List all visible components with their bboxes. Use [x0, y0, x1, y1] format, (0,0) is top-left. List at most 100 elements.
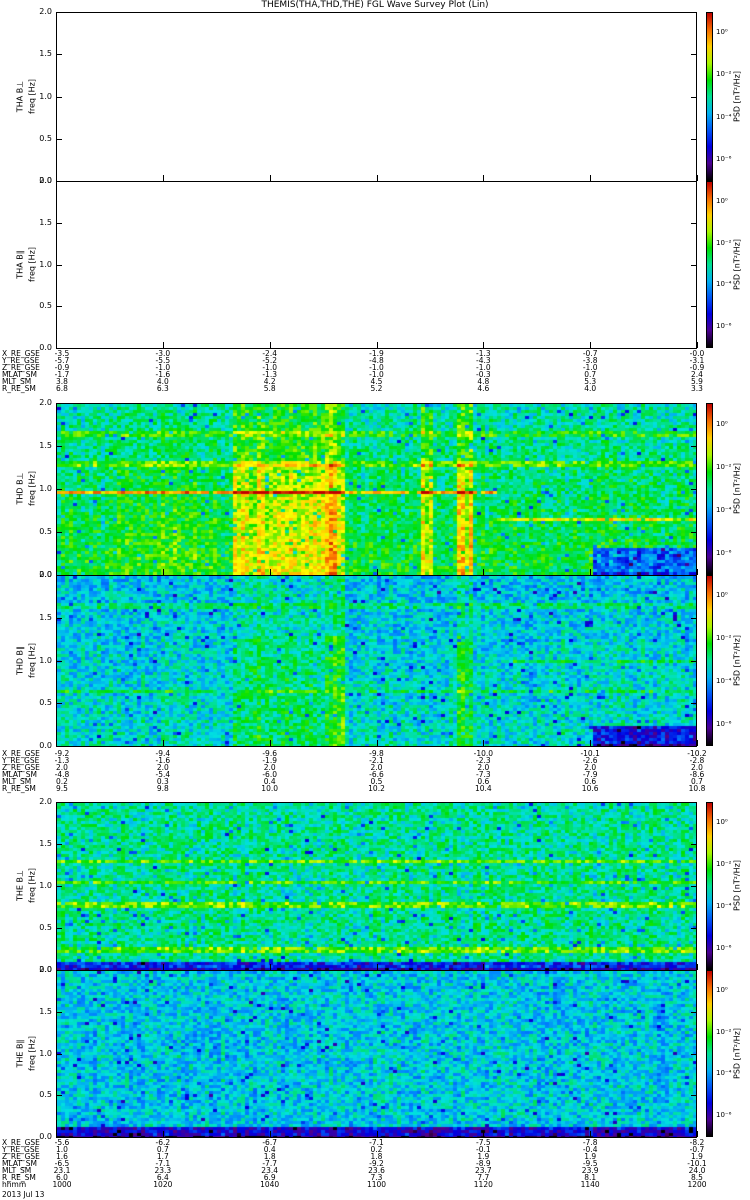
freq-tick-mark — [691, 181, 697, 182]
freq-tick-mark — [56, 306, 62, 308]
freq-tick-mark — [56, 1095, 62, 1097]
time-tick-mark — [56, 740, 57, 746]
colorbar-label: PSD [nT²/Hz] — [732, 634, 742, 686]
time-tick-mark — [697, 740, 698, 746]
time-tick-mark — [376, 1131, 378, 1137]
ephemeris-value: 9.5 — [56, 784, 68, 793]
freq-tick-mark — [56, 575, 62, 576]
time-tick-mark — [590, 342, 592, 348]
ephemeris-value: 9.8 — [156, 784, 169, 793]
freq-tick-mark — [56, 181, 62, 182]
time-tick-mark — [376, 740, 378, 746]
freq-tick-mark — [56, 844, 62, 845]
freq-tick-mark — [691, 1053, 697, 1055]
freq-tick-mark — [691, 617, 697, 619]
freq-tick-label: 2.0 — [39, 176, 52, 185]
freq-tick-mark — [691, 703, 697, 705]
colorbar-tick-label: 10⁻⁴ — [716, 112, 732, 121]
colorbar-tick-label: 10⁻² — [716, 462, 732, 471]
colorbar-label: PSD [nT²/Hz] — [732, 238, 742, 290]
ephemeris-value: 1000 — [52, 1180, 72, 1189]
time-tick-mark — [697, 342, 698, 348]
freq-tick-label: 2.0 — [39, 570, 52, 579]
freq-tick-mark — [691, 96, 697, 98]
freq-tick-mark — [56, 446, 62, 447]
ephemeris-value: 10.0 — [261, 784, 279, 793]
time-tick-mark — [590, 740, 592, 746]
freq-tick-mark — [691, 489, 697, 490]
colorbar-tick-label: 10⁻² — [716, 238, 732, 247]
time-tick-mark — [697, 175, 698, 181]
colorbar-tick-label: 10⁻² — [716, 70, 732, 79]
spectrogram-panel — [56, 802, 697, 971]
freq-axis-label: freq [Hz] — [27, 642, 37, 678]
colorbar-tick-label: 10⁻⁶ — [716, 1111, 732, 1120]
freq-tick-mark — [691, 446, 697, 447]
ephemeris-value: 1020 — [153, 1180, 173, 1189]
freq-tick-mark — [56, 12, 62, 13]
time-tick-mark — [269, 1131, 271, 1137]
colorbar-label: PSD [nT²/Hz] — [732, 463, 742, 514]
freq-tick-mark — [56, 489, 62, 490]
panel-label: THA B⊥ — [15, 80, 25, 112]
ephemeris-value: 1100 — [366, 1180, 387, 1189]
ephemeris-value: 10.2 — [368, 784, 385, 793]
freq-tick-mark — [56, 1011, 62, 1013]
colorbar — [706, 575, 713, 746]
freq-tick-mark — [56, 54, 62, 56]
freq-tick-mark — [56, 970, 62, 971]
ephemeris-row: R_RE_SM 9.5 9.8 10.0 10.2 10.4 10.6 10.8 — [0, 784, 750, 793]
time-tick-mark — [483, 740, 485, 746]
time-tick-mark — [697, 964, 698, 970]
ephemeris-value: 6.8 — [56, 384, 68, 393]
time-tick-mark — [56, 342, 57, 348]
freq-tick-mark — [56, 660, 62, 662]
spectrogram-image — [57, 404, 696, 575]
time-tick-mark — [162, 1131, 164, 1137]
panel-label: THE B⊥ — [15, 870, 25, 901]
colorbar-tick-label: 10⁻⁶ — [716, 548, 732, 557]
ephemeris-label: R_RE_SM — [2, 784, 36, 793]
ephemeris-label: hhmm — [2, 1180, 27, 1189]
ephemeris-value: 4.6 — [477, 384, 490, 393]
freq-tick-mark — [691, 928, 697, 929]
freq-tick-mark — [691, 306, 697, 308]
colorbar — [706, 802, 713, 970]
ephemeris-value: 5.2 — [370, 384, 383, 393]
date-label: 2013 Jul 13 — [2, 1190, 45, 1199]
freq-tick-mark — [56, 138, 62, 140]
colorbar — [706, 12, 713, 181]
ephemeris-value: 1120 — [473, 1180, 493, 1189]
ephemeris-table: X_RE_GSE -9.2 -9.4 -9.6 -9.8 -10.0 -10.1 -10.2 Y… — [0, 750, 750, 793]
colorbar-tick-label: 10⁰ — [716, 985, 728, 994]
panel-label: THD B⊥ — [15, 472, 25, 505]
colorbar-tick-label: 10⁻⁶ — [716, 719, 732, 728]
freq-tick-mark — [56, 1053, 62, 1055]
panel-label: THA B∥ — [15, 249, 25, 279]
colorbar-tick-label: 10⁻⁶ — [716, 944, 732, 952]
freq-tick-mark — [56, 746, 62, 747]
freq-tick-mark — [56, 264, 62, 266]
time-tick-mark — [590, 1131, 592, 1137]
freq-tick-mark — [691, 1095, 697, 1097]
colorbar-tick-label: 10⁰ — [716, 419, 728, 428]
ephemeris-table: X_RE_GSE -5.6 -6.2 -6.7 -7.1 -7.5 -7.8 -8.2 Y_RE… — [0, 1139, 750, 1189]
freq-tick-mark — [691, 12, 697, 13]
freq-tick-mark — [691, 844, 697, 845]
freq-tick-mark — [56, 96, 62, 98]
freq-tick-mark — [56, 886, 62, 887]
colorbar-tick-label: 10⁻⁴ — [716, 505, 732, 514]
colorbar-tick-label: 10⁻⁴ — [716, 676, 732, 685]
freq-axis-label: freq [Hz] — [27, 78, 37, 114]
colorbar-tick-label: 10⁰ — [716, 28, 728, 37]
colorbar-tick-label: 10⁻⁴ — [716, 1069, 732, 1078]
freq-tick-mark — [691, 264, 697, 266]
ephemeris-row: hhmm 1000 1020 1040 1100 1120 1140 1200 — [0, 1180, 750, 1189]
freq-tick-mark — [691, 660, 697, 662]
colorbar-tick-label: 10⁻⁶ — [716, 322, 732, 331]
ephemeris-value: 3.3 — [691, 384, 703, 393]
spectrogram-panel — [56, 403, 697, 576]
spectrogram-panel — [56, 181, 697, 349]
ephemeris-value: 10.4 — [474, 784, 492, 793]
colorbar-tick-label: 10⁰ — [716, 818, 728, 826]
